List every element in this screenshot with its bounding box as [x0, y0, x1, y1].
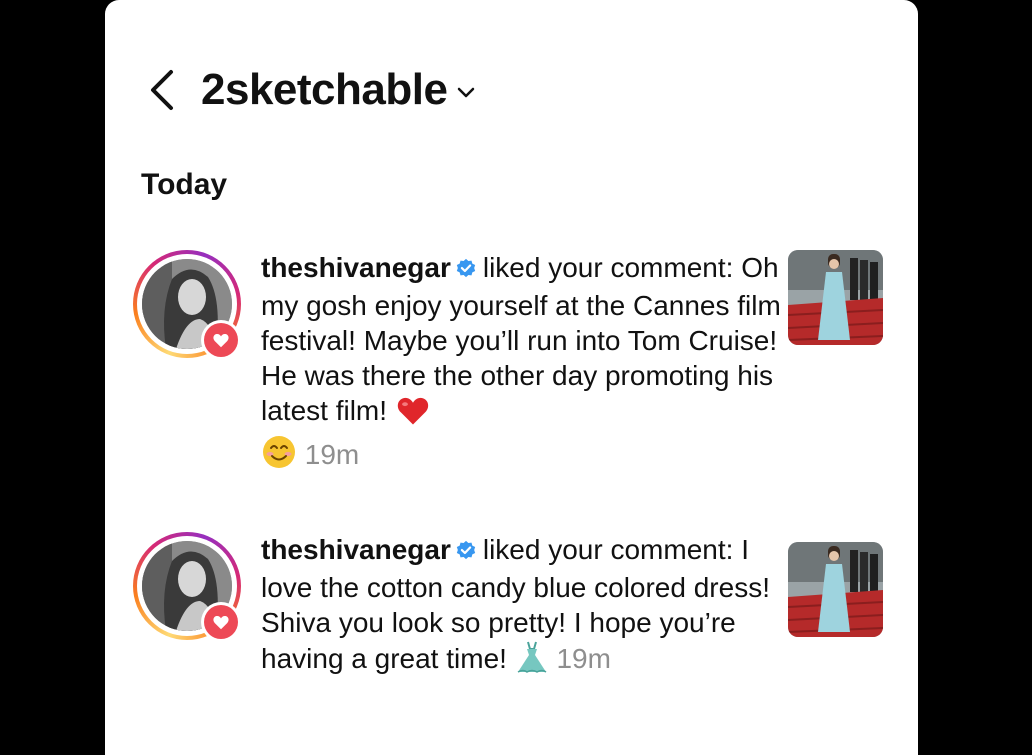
dress-emoji: [515, 640, 549, 682]
heart-icon: [213, 333, 229, 348]
section-heading-today: Today: [141, 168, 228, 201]
verified-badge-icon: [455, 535, 477, 570]
smiling-face-emoji: [261, 434, 297, 478]
header: 2sketchable: [147, 60, 475, 120]
post-thumbnail[interactable]: [788, 250, 883, 345]
verified-badge-icon: [455, 253, 477, 288]
timestamp: 19m: [556, 643, 611, 674]
chevron-left-icon: [151, 70, 173, 110]
chevron-down-icon: [458, 87, 475, 98]
like-badge: [201, 320, 241, 360]
avatar[interactable]: [133, 532, 241, 642]
avatar[interactable]: [133, 250, 241, 360]
red-heart-emoji: [395, 394, 431, 434]
post-thumbnail[interactable]: [788, 542, 883, 637]
back-button[interactable]: [147, 60, 187, 120]
username-link[interactable]: theshivanegar: [261, 252, 451, 283]
like-badge: [201, 602, 241, 642]
notification-text: theshivanegar liked your comment: I love …: [261, 532, 781, 682]
username-link[interactable]: theshivanegar: [261, 534, 451, 565]
notifications-panel: 2sketchable Today theshivanegar liked yo…: [105, 0, 918, 755]
account-title[interactable]: 2sketchable: [201, 60, 448, 120]
timestamp: 19m: [304, 439, 360, 470]
notification-text: theshivanegar liked your comment: Oh my g…: [261, 250, 781, 478]
heart-icon: [213, 615, 229, 630]
action-text: liked your comment:: [482, 252, 734, 283]
account-switcher-button[interactable]: [457, 87, 475, 99]
action-text: liked your comment:: [482, 534, 734, 565]
